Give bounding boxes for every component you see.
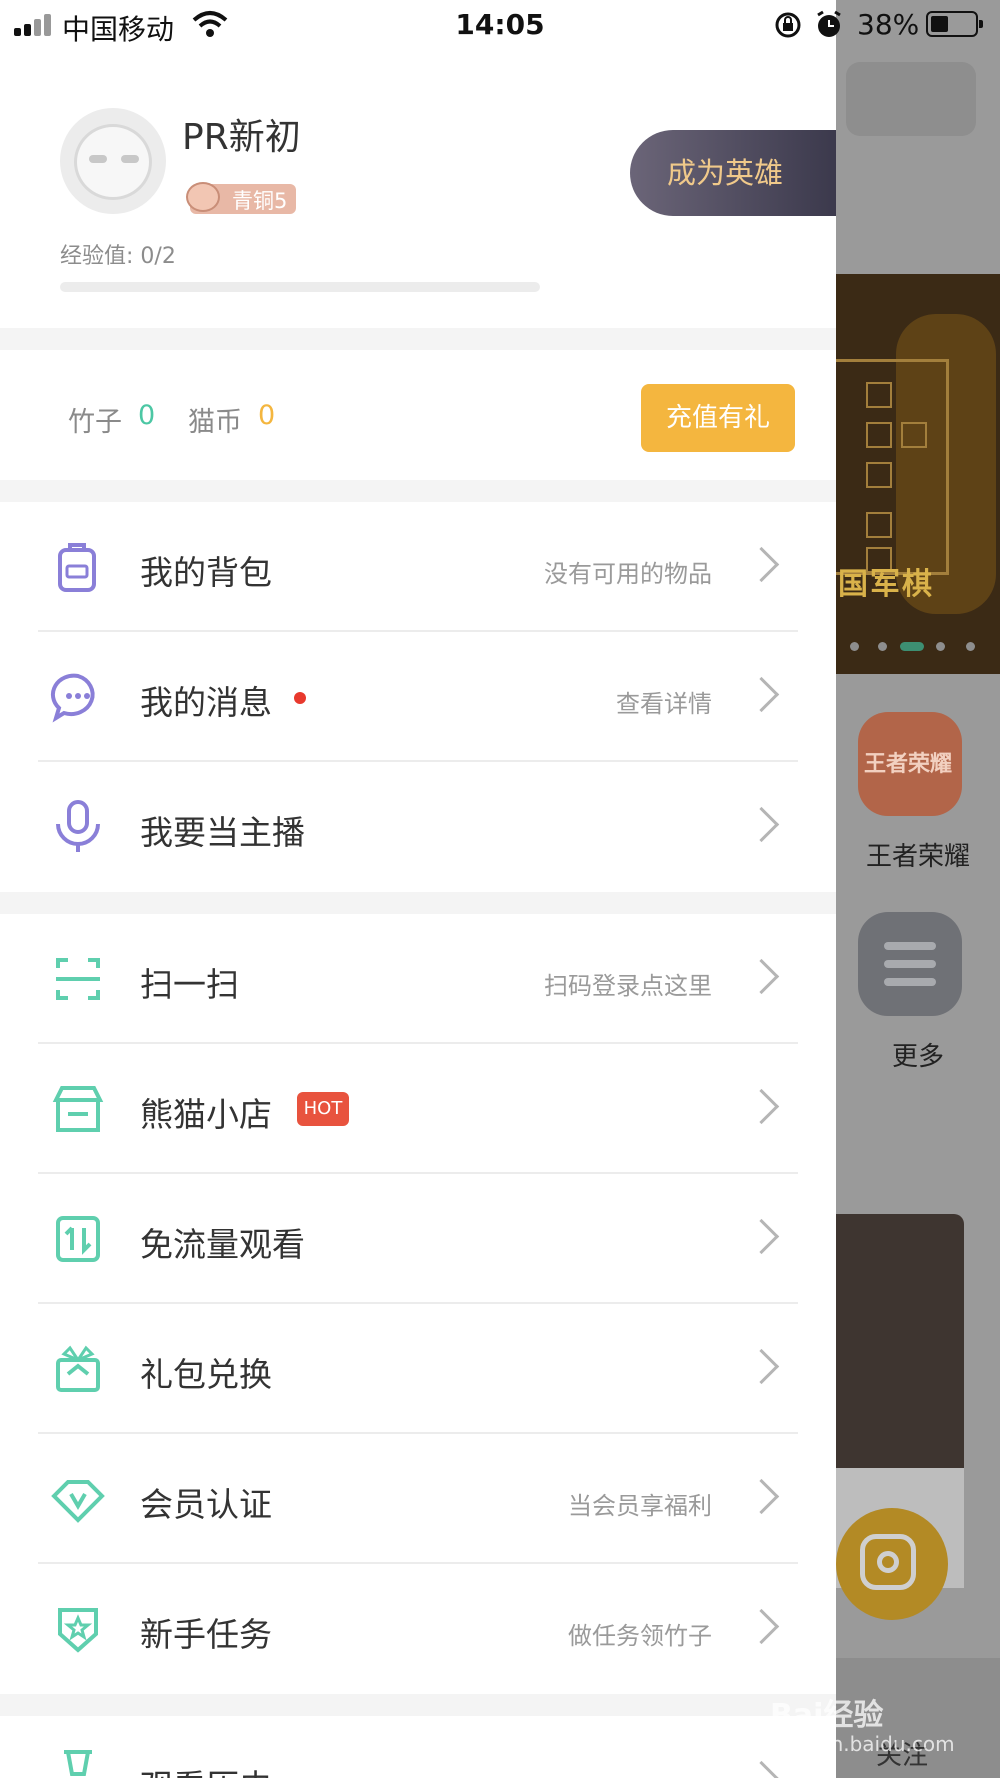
menu-item-beginner-tasks[interactable]: 新手任务 做任务领竹子 (0, 1564, 836, 1694)
username[interactable]: PR新初 (182, 108, 301, 160)
level-badge: 青铜5 (186, 182, 296, 214)
chevron-right-icon (743, 1348, 780, 1385)
unread-dot (294, 692, 306, 704)
menu-label: 我要当主播 (140, 813, 305, 852)
experience-progress-bar (60, 282, 540, 292)
menu-subtext: 扫码登录点这里 (544, 972, 712, 1000)
recharge-button[interactable]: 充值有礼 (641, 384, 795, 452)
more-label: 更多 (891, 1042, 944, 1072)
chevron-right-icon (743, 806, 780, 843)
task-shield-icon (50, 1604, 106, 1654)
camera-fab-icon[interactable] (836, 1508, 948, 1620)
chevron-right-icon (743, 1478, 780, 1515)
history-icon (50, 1746, 106, 1778)
menu-item-watch-history[interactable]: 观看历史 (0, 1716, 836, 1778)
rotation-lock-icon (773, 10, 803, 47)
coin-label: 猫币 (188, 407, 242, 438)
bamboo-value: 0 (138, 400, 156, 431)
scan-icon (50, 954, 106, 1004)
data-free-icon (50, 1214, 106, 1264)
background-banner[interactable]: 国军棋 (836, 274, 1000, 674)
menu-item-scan[interactable]: 扫一扫 扫码登录点这里 (0, 914, 836, 1044)
chevron-right-icon (743, 1760, 780, 1778)
background-search-bar (846, 62, 976, 136)
divider (0, 1694, 836, 1716)
game-icon-text: 王者荣耀 (864, 752, 953, 777)
game-icon-honor-of-kings[interactable]: 王者荣耀 (858, 712, 962, 816)
menu-label: 我的消息 (140, 683, 272, 722)
divider (0, 892, 836, 914)
menu-item-gift-redeem[interactable]: 礼包兑换 (0, 1304, 836, 1434)
banner-pagination (836, 640, 1000, 654)
level-text: 青铜5 (232, 189, 288, 213)
menu-item-become-streamer[interactable]: 我要当主播 (0, 762, 836, 892)
backpack-icon (50, 542, 106, 592)
divider (0, 328, 836, 350)
experience-label: 经验值: 0/2 (60, 244, 176, 269)
hot-badge: HOT (297, 1092, 349, 1126)
chevron-right-icon (743, 958, 780, 995)
wallet-section: 竹子 0 猫币 0 充值有礼 (0, 350, 836, 480)
chevron-right-icon (743, 1218, 780, 1255)
gift-icon (50, 1344, 106, 1394)
menu-label: 礼包兑换 (140, 1355, 272, 1394)
status-bar: 中国移动 14:05 38% (0, 0, 1000, 50)
menu-item-messages[interactable]: 我的消息 查看详情 (0, 632, 836, 762)
more-list-icon[interactable] (858, 912, 962, 1016)
menu-subtext: 没有可用的物品 (544, 560, 712, 588)
divider (0, 480, 836, 502)
coin-value: 0 (258, 400, 276, 431)
vip-diamond-icon (50, 1474, 106, 1524)
chevron-right-icon (743, 676, 780, 713)
alarm-icon (815, 10, 843, 47)
chevron-right-icon (743, 1088, 780, 1125)
bamboo-label: 竹子 (68, 407, 122, 438)
battery-percent: 38% (857, 8, 920, 41)
watermark-url: jingyan.baidu.com (770, 1732, 955, 1756)
become-hero-button[interactable]: 成为英雄 (630, 130, 836, 216)
background-app: 国军棋 王者荣耀 王者荣耀 更多 关注 (836, 0, 1000, 1778)
menu-label: 会员认证 (140, 1485, 272, 1524)
menu-item-vip[interactable]: 会员认证 当会员享福利 (0, 1434, 836, 1564)
background-live-card[interactable] (836, 1214, 964, 1468)
menu-label: 我的背包 (140, 553, 272, 592)
menu-item-data-free[interactable]: 免流量观看 (0, 1174, 836, 1304)
menu-label: 扫一扫 (140, 965, 239, 1004)
panda-level-icon (186, 182, 220, 212)
clock: 14:05 (455, 8, 545, 41)
menu-subtext: 查看详情 (616, 690, 712, 718)
store-icon (50, 1084, 106, 1134)
menu-item-backpack[interactable]: 我的背包 没有可用的物品 (0, 502, 836, 632)
menu-subtext: 当会员享福利 (568, 1492, 712, 1520)
side-drawer: PR新初 青铜5 成为英雄 经验值: 0/2 竹子 0 猫币 0 充值有礼 我的… (0, 0, 836, 1778)
message-icon (50, 672, 106, 723)
menu-item-panda-store[interactable]: 熊猫小店 HOT (0, 1044, 836, 1174)
banner-text: 国军棋 (838, 567, 934, 602)
game-label: 王者荣耀 (865, 842, 970, 872)
menu-label: 熊猫小店 (140, 1095, 272, 1134)
chevron-right-icon (743, 546, 780, 583)
microphone-icon (50, 800, 106, 852)
battery-icon (926, 11, 983, 37)
menu-label: 免流量观看 (140, 1225, 305, 1264)
menu-label: 新手任务 (140, 1615, 272, 1654)
watermark-brand: Bai经验 (770, 1698, 884, 1733)
menu-subtext: 做任务领竹子 (568, 1622, 712, 1650)
menu-label: 观看历史 (140, 1760, 272, 1778)
avatar[interactable] (60, 108, 166, 214)
chevron-right-icon (743, 1608, 780, 1645)
